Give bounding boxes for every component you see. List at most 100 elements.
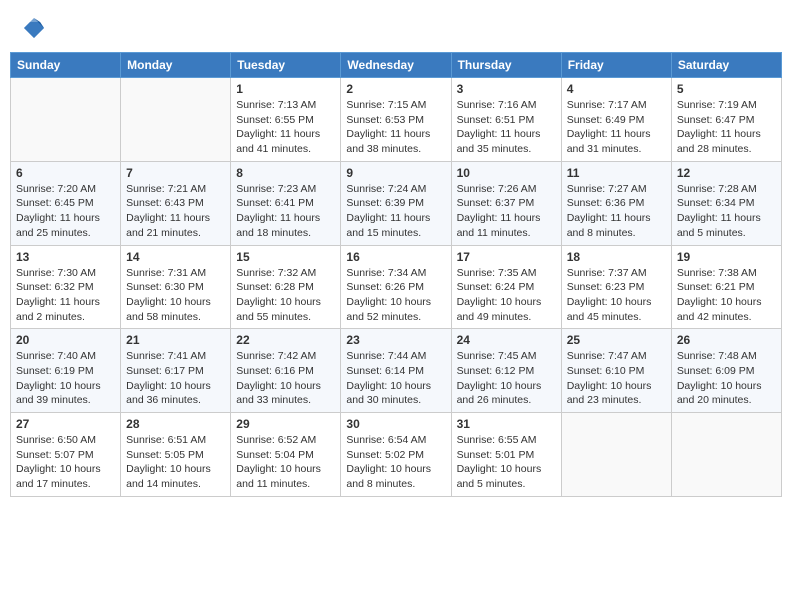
day-info: Sunrise: 7:34 AM Sunset: 6:26 PM Dayligh… [346,266,445,325]
day-info: Sunrise: 7:24 AM Sunset: 6:39 PM Dayligh… [346,182,445,241]
day-info: Sunrise: 7:17 AM Sunset: 6:49 PM Dayligh… [567,98,666,157]
calendar-cell: 1 Sunrise: 7:13 AM Sunset: 6:55 PM Daylig… [231,78,341,162]
calendar-cell: 8 Sunrise: 7:23 AM Sunset: 6:41 PM Daylig… [231,161,341,245]
calendar-cell: 4 Sunrise: 7:17 AM Sunset: 6:49 PM Daylig… [561,78,671,162]
calendar-week-row: 13 Sunrise: 7:30 AM Sunset: 6:32 PM Dayli… [11,245,782,329]
day-info: Sunrise: 6:55 AM Sunset: 5:01 PM Dayligh… [457,433,556,492]
dow-header: Saturday [671,53,781,78]
day-number: 3 [457,82,556,96]
day-info: Sunrise: 7:16 AM Sunset: 6:51 PM Dayligh… [457,98,556,157]
day-number: 15 [236,250,335,264]
calendar-cell: 22 Sunrise: 7:42 AM Sunset: 6:16 PM Dayli… [231,329,341,413]
day-info: Sunrise: 7:45 AM Sunset: 6:12 PM Dayligh… [457,349,556,408]
day-number: 18 [567,250,666,264]
day-info: Sunrise: 7:41 AM Sunset: 6:17 PM Dayligh… [126,349,225,408]
day-info: Sunrise: 7:42 AM Sunset: 6:16 PM Dayligh… [236,349,335,408]
logo-icon [20,14,48,42]
day-info: Sunrise: 7:35 AM Sunset: 6:24 PM Dayligh… [457,266,556,325]
day-info: Sunrise: 6:52 AM Sunset: 5:04 PM Dayligh… [236,433,335,492]
day-number: 21 [126,333,225,347]
day-of-week-row: SundayMondayTuesdayWednesdayThursdayFrid… [11,53,782,78]
dow-header: Wednesday [341,53,451,78]
day-number: 5 [677,82,776,96]
calendar-week-row: 20 Sunrise: 7:40 AM Sunset: 6:19 PM Dayli… [11,329,782,413]
calendar-cell: 3 Sunrise: 7:16 AM Sunset: 6:51 PM Daylig… [451,78,561,162]
calendar-cell: 19 Sunrise: 7:38 AM Sunset: 6:21 PM Dayli… [671,245,781,329]
calendar-cell: 23 Sunrise: 7:44 AM Sunset: 6:14 PM Dayli… [341,329,451,413]
day-number: 2 [346,82,445,96]
day-info: Sunrise: 7:44 AM Sunset: 6:14 PM Dayligh… [346,349,445,408]
dow-header: Thursday [451,53,561,78]
calendar-cell: 2 Sunrise: 7:15 AM Sunset: 6:53 PM Daylig… [341,78,451,162]
day-number: 9 [346,166,445,180]
calendar-cell: 12 Sunrise: 7:28 AM Sunset: 6:34 PM Dayli… [671,161,781,245]
day-info: Sunrise: 6:50 AM Sunset: 5:07 PM Dayligh… [16,433,115,492]
calendar-cell: 25 Sunrise: 7:47 AM Sunset: 6:10 PM Dayli… [561,329,671,413]
day-info: Sunrise: 7:28 AM Sunset: 6:34 PM Dayligh… [677,182,776,241]
day-number: 22 [236,333,335,347]
day-number: 8 [236,166,335,180]
calendar-body: 1 Sunrise: 7:13 AM Sunset: 6:55 PM Daylig… [11,78,782,497]
day-info: Sunrise: 7:19 AM Sunset: 6:47 PM Dayligh… [677,98,776,157]
day-info: Sunrise: 7:47 AM Sunset: 6:10 PM Dayligh… [567,349,666,408]
calendar-cell: 27 Sunrise: 6:50 AM Sunset: 5:07 PM Dayli… [11,413,121,497]
calendar-table: SundayMondayTuesdayWednesdayThursdayFrid… [10,52,782,497]
day-number: 19 [677,250,776,264]
calendar-week-row: 6Sunrise: 7:20 AM Sunset: 6:45 PM Daylig… [11,161,782,245]
day-info: Sunrise: 7:27 AM Sunset: 6:36 PM Dayligh… [567,182,666,241]
calendar-cell: 6Sunrise: 7:20 AM Sunset: 6:45 PM Daylig… [11,161,121,245]
day-info: Sunrise: 7:15 AM Sunset: 6:53 PM Dayligh… [346,98,445,157]
day-number: 13 [16,250,115,264]
day-info: Sunrise: 7:31 AM Sunset: 6:30 PM Dayligh… [126,266,225,325]
day-number: 27 [16,417,115,431]
calendar-cell: 16 Sunrise: 7:34 AM Sunset: 6:26 PM Dayli… [341,245,451,329]
day-info: Sunrise: 7:26 AM Sunset: 6:37 PM Dayligh… [457,182,556,241]
day-info: Sunrise: 7:30 AM Sunset: 6:32 PM Dayligh… [16,266,115,325]
day-number: 12 [677,166,776,180]
day-number: 14 [126,250,225,264]
calendar-cell: 13 Sunrise: 7:30 AM Sunset: 6:32 PM Dayli… [11,245,121,329]
logo [18,14,48,42]
calendar-week-row: 1 Sunrise: 7:13 AM Sunset: 6:55 PM Daylig… [11,78,782,162]
calendar-cell [121,78,231,162]
day-number: 29 [236,417,335,431]
calendar-cell: 7 Sunrise: 7:21 AM Sunset: 6:43 PM Daylig… [121,161,231,245]
day-number: 16 [346,250,445,264]
day-info: Sunrise: 7:48 AM Sunset: 6:09 PM Dayligh… [677,349,776,408]
day-number: 31 [457,417,556,431]
day-number: 11 [567,166,666,180]
day-number: 17 [457,250,556,264]
day-info: Sunrise: 7:32 AM Sunset: 6:28 PM Dayligh… [236,266,335,325]
day-info: Sunrise: 7:38 AM Sunset: 6:21 PM Dayligh… [677,266,776,325]
day-number: 20 [16,333,115,347]
dow-header: Tuesday [231,53,341,78]
day-number: 1 [236,82,335,96]
calendar-cell: 10 Sunrise: 7:26 AM Sunset: 6:37 PM Dayli… [451,161,561,245]
day-number: 26 [677,333,776,347]
day-number: 4 [567,82,666,96]
day-info: Sunrise: 7:23 AM Sunset: 6:41 PM Dayligh… [236,182,335,241]
day-info: Sunrise: 7:37 AM Sunset: 6:23 PM Dayligh… [567,266,666,325]
calendar-week-row: 27 Sunrise: 6:50 AM Sunset: 5:07 PM Dayli… [11,413,782,497]
day-number: 30 [346,417,445,431]
calendar-cell: 15 Sunrise: 7:32 AM Sunset: 6:28 PM Dayli… [231,245,341,329]
day-info: Sunrise: 7:13 AM Sunset: 6:55 PM Dayligh… [236,98,335,157]
calendar-cell: 9 Sunrise: 7:24 AM Sunset: 6:39 PM Daylig… [341,161,451,245]
day-info: Sunrise: 7:40 AM Sunset: 6:19 PM Dayligh… [16,349,115,408]
day-info: Sunrise: 6:51 AM Sunset: 5:05 PM Dayligh… [126,433,225,492]
day-number: 10 [457,166,556,180]
calendar-cell: 20 Sunrise: 7:40 AM Sunset: 6:19 PM Dayli… [11,329,121,413]
calendar-cell: 5 Sunrise: 7:19 AM Sunset: 6:47 PM Daylig… [671,78,781,162]
day-number: 25 [567,333,666,347]
day-info: Sunrise: 7:21 AM Sunset: 6:43 PM Dayligh… [126,182,225,241]
dow-header: Sunday [11,53,121,78]
calendar-cell: 26 Sunrise: 7:48 AM Sunset: 6:09 PM Dayli… [671,329,781,413]
calendar-cell: 28Sunrise: 6:51 AM Sunset: 5:05 PM Dayli… [121,413,231,497]
day-number: 23 [346,333,445,347]
calendar-cell: 18 Sunrise: 7:37 AM Sunset: 6:23 PM Dayli… [561,245,671,329]
calendar-cell: 14 Sunrise: 7:31 AM Sunset: 6:30 PM Dayli… [121,245,231,329]
calendar-cell: 17 Sunrise: 7:35 AM Sunset: 6:24 PM Dayli… [451,245,561,329]
calendar-cell [561,413,671,497]
calendar-cell [671,413,781,497]
day-number: 7 [126,166,225,180]
